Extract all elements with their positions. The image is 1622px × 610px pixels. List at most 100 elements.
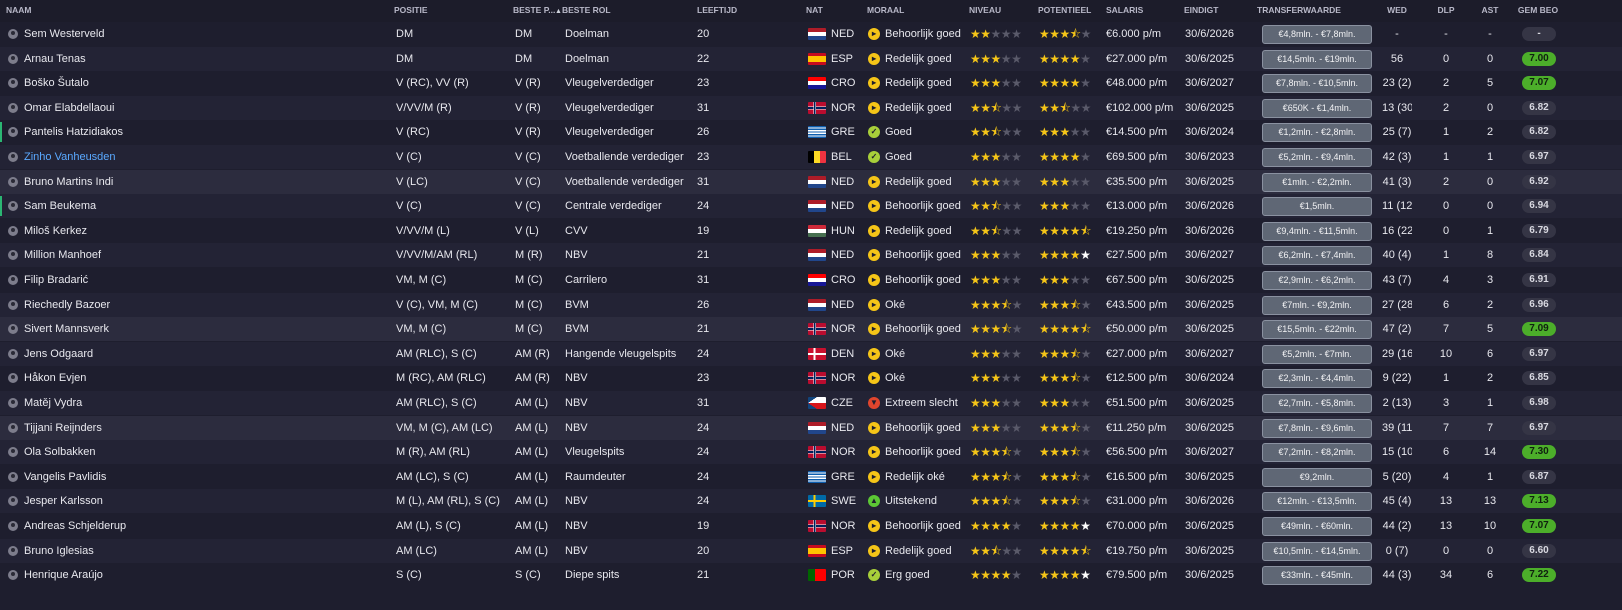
table-row[interactable]: Miloš Kerkez V/VV/M (L) V (L) CVV 19 HUN ▸ Rede… (0, 219, 1622, 243)
player-name[interactable]: Pantelis Hatzidiakos (24, 120, 384, 144)
player-name[interactable]: Filip Bradarić (24, 268, 384, 292)
col-nat[interactable]: NAT (806, 0, 823, 22)
player-name[interactable]: Matěj Vydra (24, 391, 384, 415)
star-icon: ★ (1069, 175, 1081, 189)
transfer-value[interactable]: €2,3mln. - €4,4mln. (1262, 369, 1372, 388)
transfer-value[interactable]: €14,5mln. - €19mln. (1262, 50, 1372, 69)
col-salaris[interactable]: SALARIS (1106, 0, 1143, 22)
col-leeftijd[interactable]: LEEFTIJD (697, 0, 737, 22)
player-name[interactable]: Vangelis Pavlidis (24, 465, 384, 489)
col-naam[interactable]: NAAM (6, 0, 32, 22)
col-positie[interactable]: POSITIE (394, 0, 428, 22)
table-row[interactable]: Riechedly Bazoer V (C), VM, M (C) M (C) BVM… (0, 293, 1622, 317)
player-name[interactable]: Jesper Karlsson (24, 489, 384, 513)
player-name[interactable]: Riechedly Bazoer (24, 293, 384, 317)
table-row[interactable]: Henrique Araújo S (C) S (C) Diepe spits 21 PO… (0, 563, 1622, 587)
table-row[interactable]: Ola Solbakken M (R), AM (RL) AM (L) Vleugel… (0, 440, 1622, 464)
transfer-value[interactable]: €1,5mln. (1262, 197, 1372, 216)
transfer-value[interactable]: €7,8mln. - €10,5mln. (1262, 74, 1372, 93)
col-gem-beo[interactable]: GEM BEO (1516, 0, 1560, 22)
player-name[interactable]: Jens Odgaard (24, 342, 384, 366)
potential-stars: ★★★★★ (1039, 391, 1091, 415)
transfer-value[interactable]: €12mln. - €13,5mln. (1262, 492, 1372, 511)
table-row[interactable]: Andreas Schjelderup AM (L), S (C) AM (L) NB… (0, 514, 1622, 538)
table-row[interactable]: Vangelis Pavlidis AM (LC), S (C) AM (L) Rau… (0, 465, 1622, 489)
player-avatar-icon (8, 423, 18, 433)
transfer-value[interactable]: €10,5mln. - €14,5mln. (1262, 542, 1372, 561)
star-icon: ★ (980, 125, 991, 139)
col-beste-rol[interactable]: ▲BESTE ROL (555, 0, 611, 22)
star-icon: ★ (1069, 248, 1081, 262)
player-name[interactable]: Sivert Mannsverk (24, 317, 384, 341)
transfer-value[interactable]: €5,2mln. - €9,4mln. (1262, 148, 1372, 167)
table-row[interactable]: Omar Elabdellaoui V/VV/M (R) V (R) Vleugelv… (0, 96, 1622, 120)
table-row[interactable]: Sem Westerveld DM DM Doelman 20 NED ▸ Behoorlij… (0, 22, 1622, 46)
player-name[interactable]: Tijjani Reijnders (24, 416, 384, 440)
star-icon: ★ (1049, 421, 1060, 435)
table-row[interactable]: Arnau Tenas DM DM Doelman 22 ESP ▸ Redelijk goe… (0, 47, 1622, 71)
player-name[interactable]: Ola Solbakken (24, 440, 384, 464)
transfer-value[interactable]: €9,2mln. (1262, 468, 1372, 487)
star-icon: ⯪ (1069, 371, 1081, 385)
salary: €11.250 p/m (1106, 422, 1167, 434)
player-name[interactable]: Zinho Vanheusden (24, 145, 384, 169)
player-name[interactable]: Andreas Schjelderup (24, 514, 384, 538)
transfer-value[interactable]: €15,5mln. - €22mln. (1262, 320, 1372, 339)
col-potentieel[interactable]: POTENTIEEL (1038, 0, 1091, 22)
flag-gre-icon (808, 471, 826, 483)
assists: 3 (1486, 274, 1494, 286)
player-name[interactable]: Sam Beukema (24, 194, 384, 218)
transfer-value[interactable]: €1mln. - €2,2mln. (1262, 173, 1372, 192)
table-row[interactable]: Jens Odgaard AM (RLC), S (C) AM (R) Hangend… (0, 342, 1622, 366)
table-row[interactable]: Boško Šutalo V (RC), VV (R) V (R) Vleugelve… (0, 71, 1622, 95)
table-row[interactable]: Pantelis Hatzidiakos V (RC) V (R) Vleugelve… (0, 120, 1622, 144)
transfer-value[interactable]: €5,2mln. - €7mln. (1262, 345, 1372, 364)
transfer-value[interactable]: €650K - €1,4mln. (1262, 99, 1372, 118)
player-name[interactable]: Bruno Martins Indi (24, 170, 384, 194)
col-wed[interactable]: WED (1382, 0, 1412, 22)
transfer-value[interactable]: €9,4mln. - €11,5mln. (1262, 222, 1372, 241)
table-row[interactable]: Zinho Vanheusden V (C) V (C) Voetballende v… (0, 145, 1622, 169)
col-ast[interactable]: AST (1478, 0, 1502, 22)
col-eindigt[interactable]: EINDIGT (1184, 0, 1218, 22)
player-name[interactable]: Bruno Iglesias (24, 539, 384, 563)
player-name[interactable]: Arnau Tenas (24, 47, 384, 71)
transfer-value[interactable]: €2,7mln. - €5,8mln. (1262, 394, 1372, 413)
table-row[interactable]: Filip Bradarić VM, M (C) M (C) Carrilero 31 C… (0, 268, 1622, 292)
col-dlp[interactable]: DLP (1434, 0, 1458, 22)
transfer-value[interactable]: €1,2mln. - €2,8mln. (1262, 123, 1372, 142)
morale-bad-icon: ▼ (868, 397, 880, 409)
col-moraal[interactable]: MORAAL (867, 0, 904, 22)
player-name[interactable]: Henrique Araújo (24, 563, 384, 587)
player-name[interactable]: Omar Elabdellaoui (24, 96, 384, 120)
transfer-value[interactable]: €6,2mln. - €7,4mln. (1262, 246, 1372, 265)
potential-stars: ★★★⯪★ (1039, 489, 1091, 513)
table-row[interactable]: Matěj Vydra AM (RLC), S (C) AM (L) NBV 31 CZE… (0, 391, 1622, 415)
table-row[interactable]: Jesper Karlsson M (L), AM (RL), S (C) AM (… (0, 489, 1622, 513)
table-row[interactable]: Bruno Iglesias AM (LC) AM (L) NBV 20 ESP ▸ Rede… (0, 539, 1622, 563)
table-row[interactable]: Sam Beukema V (C) V (C) Centrale verdediger… (0, 194, 1622, 218)
col-transferwaarde[interactable]: TRANSFERWAARDE (1257, 0, 1341, 22)
transfer-value[interactable]: €7mln. - €9,2mln. (1262, 296, 1372, 315)
table-row[interactable]: Tijjani Reijnders VM, M (C), AM (LC) AM (L… (0, 416, 1622, 440)
transfer-value[interactable]: €7,2mln. - €8,2mln. (1262, 443, 1372, 462)
player-name[interactable]: Sem Westerveld (24, 22, 384, 46)
player-name[interactable]: Miloš Kerkez (24, 219, 384, 243)
table-row[interactable]: Bruno Martins Indi V (LC) V (C) Voetballend… (0, 170, 1622, 194)
col-beste-positie[interactable]: BESTE P... (513, 0, 555, 22)
player-name[interactable]: Million Manhoef (24, 243, 384, 267)
col-niveau[interactable]: NIVEAU (969, 0, 1001, 22)
nationality: SWE (831, 495, 857, 507)
transfer-value[interactable]: €4,8mln. - €7,8mln. (1262, 25, 1372, 44)
transfer-value[interactable]: €2,9mln. - €6,2mln. (1262, 271, 1372, 290)
table-row[interactable]: Million Manhoef V/VV/M/AM (RL) M (R) NBV 21 N… (0, 243, 1622, 267)
transfer-value[interactable]: €49mln. - €60mln. (1262, 517, 1372, 536)
transfer-value[interactable]: €7,8mln. - €9,6mln. (1262, 419, 1372, 438)
star-icon: ★ (990, 494, 1002, 508)
transfer-value[interactable]: €33mln. - €45mln. (1262, 566, 1372, 585)
table-row[interactable]: Sivert Mannsverk VM, M (C) M (C) BVM 21 NOR ▸ B… (0, 317, 1622, 341)
table-row[interactable]: Håkon Evjen M (RC), AM (RLC) AM (R) NBV 23 NO… (0, 366, 1622, 390)
best-position: S (C) (515, 569, 541, 581)
player-name[interactable]: Håkon Evjen (24, 366, 384, 390)
player-name[interactable]: Boško Šutalo (24, 71, 384, 95)
